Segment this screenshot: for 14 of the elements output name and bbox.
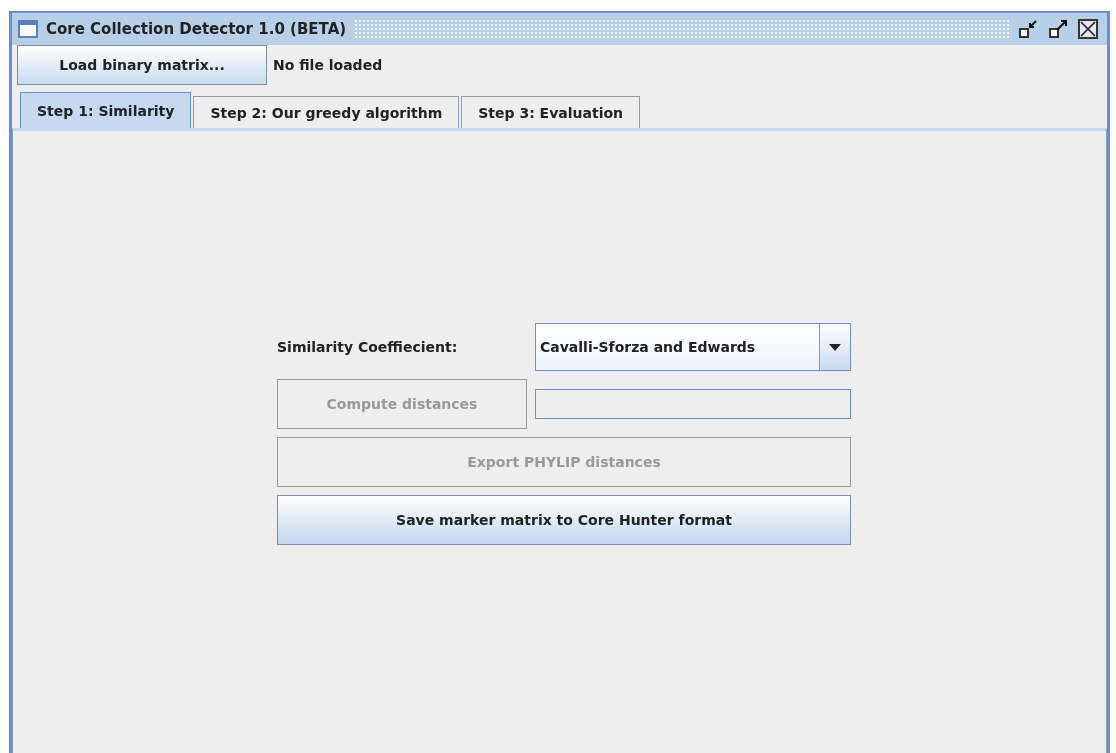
dropdown-arrow-icon xyxy=(829,343,841,351)
coefficient-dropdown[interactable]: Cavalli-Sforza and Edwards xyxy=(535,323,851,371)
close-icon[interactable] xyxy=(1077,18,1099,40)
maximize-icon[interactable] xyxy=(1047,18,1069,40)
coefficient-label: Similarity Coeffiecient: xyxy=(277,338,459,357)
action-button[interactable]: Save marker matrix to Core Hunter format xyxy=(277,495,851,545)
tab[interactable]: Step 2: Our greedy algorithm xyxy=(193,96,460,128)
tab[interactable]: Step 3: Evaluation xyxy=(461,96,641,128)
window-title: Core Collection Detector 1.0 (BETA) xyxy=(46,20,347,38)
load-button[interactable]: Load binary matrix... xyxy=(17,45,267,85)
window-icon xyxy=(18,20,38,38)
file-status: No file loaded xyxy=(273,57,383,73)
tab[interactable]: Step 1: Similarity xyxy=(20,92,192,128)
minimize-icon[interactable] xyxy=(1017,18,1039,40)
